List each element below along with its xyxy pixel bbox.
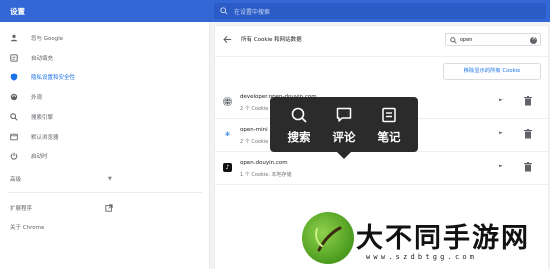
trash-icon[interactable] — [524, 129, 532, 139]
chevron-right-icon[interactable]: ► — [499, 130, 503, 136]
palette-icon — [10, 93, 18, 101]
sidebar-item-label: 默认浏览器 — [31, 135, 59, 141]
search-icon — [220, 7, 228, 15]
mini-program-icon: ✻ — [224, 131, 231, 138]
popup-search-label: 搜索 — [287, 130, 311, 144]
sidebar-divider — [8, 192, 202, 193]
note-icon — [382, 107, 396, 123]
back-arrow-icon[interactable] — [223, 35, 232, 44]
settings-search-input[interactable]: 在设置中搜索 — [214, 3, 546, 19]
popup-note-button[interactable]: 笔记 — [369, 107, 409, 147]
about-label: 关于 Chrome — [10, 225, 45, 231]
extensions-label: 扩展程序 — [10, 206, 33, 212]
chevron-down-icon: ▼ — [108, 176, 112, 182]
popup-note-label: 笔记 — [377, 130, 401, 144]
selection-popup-toolbar: 搜索 评论 笔记 — [270, 97, 418, 159]
site-detail: 1 个 Cookie, 本地存储 — [240, 172, 292, 178]
site-detail: 2 个 Cookie — [240, 106, 269, 112]
search-placeholder: 在设置中搜索 — [234, 8, 271, 16]
open-in-new-icon — [105, 204, 113, 212]
remove-all-cookies-button[interactable]: 移除显示的所有 Cookie — [443, 63, 541, 80]
sidebar-item-on-startup[interactable]: 启动时 — [0, 147, 210, 165]
douyin-icon: ♪ — [223, 163, 232, 172]
filter-value: open — [460, 37, 473, 43]
browser-icon — [10, 133, 18, 141]
watermark-text: 大不同手游网 — [356, 223, 530, 254]
globe-icon — [223, 97, 232, 106]
sidebar-item-label: 您与 Google — [31, 36, 64, 42]
page-title: 所有 Cookie 和网站数据 — [241, 37, 302, 43]
watermark-url: www.szdbtgg.com — [366, 253, 478, 261]
sidebar-item-label: 自动填充 — [31, 56, 54, 62]
advanced-label: 高级 — [10, 177, 22, 183]
autofill-icon — [10, 54, 18, 62]
sidebar-item-search-engine[interactable]: 搜索引擎 — [0, 108, 210, 126]
row-divider — [215, 184, 548, 185]
search-icon — [450, 36, 457, 44]
sidebar-item-label: 启动时 — [31, 154, 48, 160]
search-icon — [291, 107, 307, 123]
popup-comment-label: 评论 — [332, 130, 356, 144]
app-title: 设置 — [10, 6, 25, 16]
popup-comment-button[interactable]: 评论 — [324, 107, 364, 147]
comment-icon — [336, 107, 352, 122]
sidebar-item-label: 外观 — [31, 95, 43, 101]
sidebar-item-default-browser[interactable]: 默认浏览器 — [0, 128, 210, 146]
sidebar-item-you-and-google[interactable]: 您与 Google — [0, 29, 210, 47]
sidebar-item-about-chrome[interactable]: 关于 Chrome — [0, 218, 210, 236]
site-detail: 2 个 Cookie — [240, 139, 269, 145]
sidebar-item-extensions[interactable]: 扩展程序 — [0, 199, 210, 217]
sidebar-item-autofill[interactable]: 自动填充 — [0, 49, 210, 67]
sidebar-advanced-toggle[interactable]: 高级 ▼ — [0, 170, 210, 188]
sidebar: 您与 Google 自动填充 隐私设置和安全性 外观 搜索引擎 默认浏览器 启动… — [0, 22, 210, 269]
sidebar-item-privacy[interactable]: 隐私设置和安全性 — [0, 68, 210, 86]
trash-icon[interactable] — [524, 96, 532, 106]
sidebar-item-appearance[interactable]: 外观 — [0, 88, 210, 106]
person-icon — [10, 34, 18, 42]
header-divider — [215, 56, 548, 57]
cookie-filter-input[interactable]: open — [445, 33, 541, 46]
trash-icon[interactable] — [524, 162, 532, 172]
site-domain: open-mini — [240, 127, 268, 133]
chevron-right-icon[interactable]: ► — [499, 163, 503, 169]
sidebar-item-label: 搜索引擎 — [31, 115, 54, 121]
clear-icon[interactable] — [530, 34, 537, 44]
site-row[interactable]: ♪ open.douyin.com 1 个 Cookie, 本地存储 ► — [215, 152, 548, 184]
popup-search-button[interactable]: 搜索 — [279, 107, 319, 147]
chevron-right-icon[interactable]: ► — [499, 97, 503, 103]
search-icon — [10, 113, 18, 121]
watermark-logo — [302, 212, 354, 264]
sidebar-item-label: 隐私设置和安全性 — [31, 75, 76, 81]
power-icon — [10, 152, 18, 160]
shield-icon — [10, 73, 18, 81]
site-domain: open.douyin.com — [240, 160, 288, 166]
